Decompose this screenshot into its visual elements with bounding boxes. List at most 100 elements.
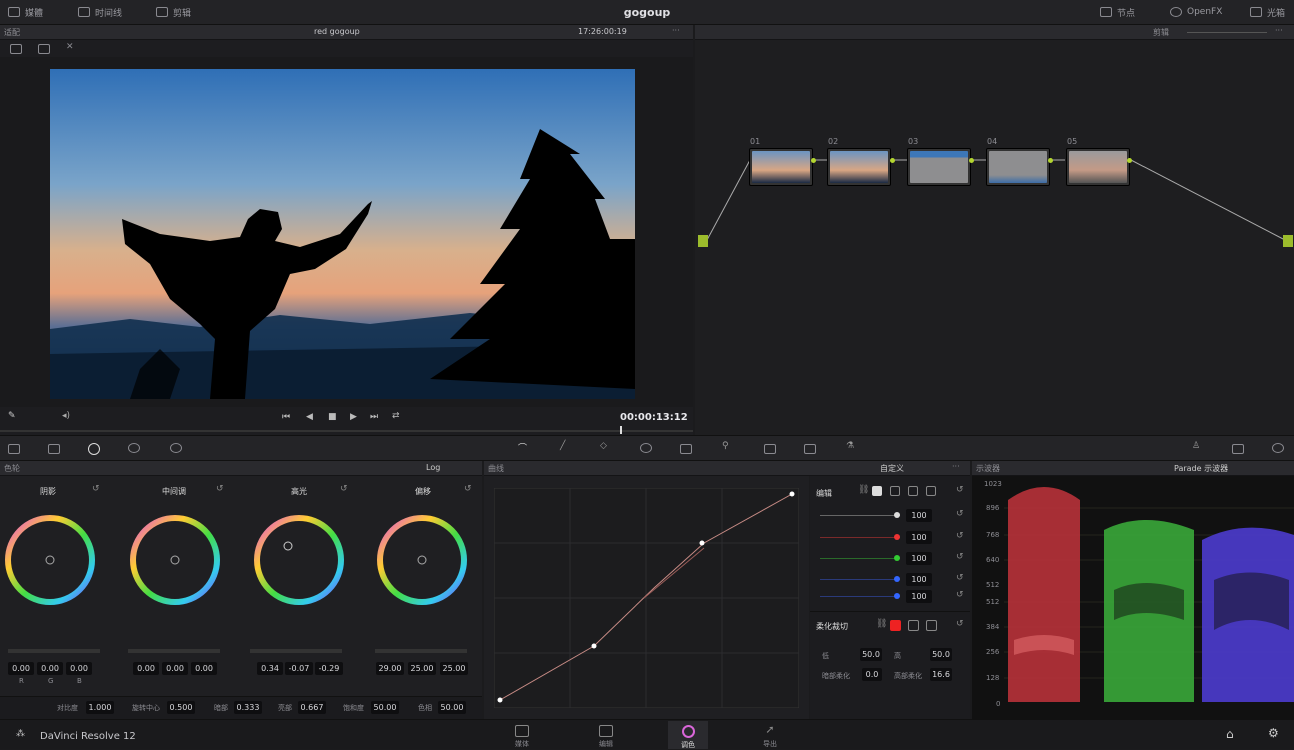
node-02[interactable] — [827, 148, 891, 186]
help-icon[interactable] — [1272, 443, 1284, 453]
node-03[interactable] — [907, 148, 971, 186]
midtone-master-slider[interactable] — [128, 649, 220, 653]
viewer-zoom-mode[interactable]: 适配 — [4, 27, 20, 38]
tracker-icon[interactable] — [640, 443, 652, 453]
midtone-b-value[interactable]: 0.00 — [191, 662, 217, 675]
highlight-reset-icon[interactable]: ↺ — [340, 484, 348, 494]
node-zoom-slider[interactable] — [1187, 32, 1267, 33]
midtone-r-value[interactable]: 0.00 — [133, 662, 159, 675]
color-match-icon[interactable] — [48, 444, 60, 454]
channel-g-button[interactable] — [908, 486, 918, 496]
offset-wheel[interactable] — [375, 513, 469, 607]
shadow-wheel[interactable] — [3, 513, 97, 607]
home-icon[interactable]: ⌂ — [1226, 727, 1234, 741]
audio-icon[interactable]: ◂) — [62, 411, 70, 421]
highlight-r-value[interactable]: 0.34 — [257, 662, 283, 675]
b-intensity-slider[interactable] — [820, 579, 900, 580]
nodes-tab[interactable]: 节点 — [1100, 4, 1135, 20]
settings-icon[interactable]: ⚙ — [1268, 726, 1279, 740]
edit-reset-icon[interactable]: ↺ — [956, 485, 964, 495]
midtone-reset-icon[interactable]: ↺ — [216, 484, 224, 494]
camera-raw-icon[interactable] — [8, 444, 20, 454]
curves-mode-select[interactable]: 自定义 — [880, 463, 904, 474]
key-icon[interactable]: ⚲ — [722, 441, 729, 451]
prev-frame-button[interactable]: ◀ — [306, 412, 313, 422]
soft-clip-b-button[interactable] — [926, 620, 937, 631]
wipe-icon[interactable]: ✕ — [66, 42, 74, 52]
node-more-icon[interactable]: ··· — [1275, 26, 1283, 35]
low-soft-value[interactable]: 0.0 — [862, 668, 882, 681]
r-intensity-slider[interactable] — [820, 537, 900, 538]
offset-b-value[interactable]: 25.00 — [440, 662, 468, 675]
b2-intensity-slider[interactable] — [820, 596, 900, 597]
offset-reset-icon[interactable]: ↺ — [464, 484, 472, 494]
soft-clip-link-icon[interactable]: ⛓ — [876, 619, 887, 629]
dark-value[interactable]: 0.333 — [234, 701, 262, 714]
pivot-value[interactable]: 0.500 — [167, 701, 195, 714]
rgb-mixer-icon[interactable] — [128, 443, 140, 453]
page-deliver[interactable]: ➚ 导出 — [750, 721, 790, 749]
midtone-wheel[interactable] — [128, 513, 222, 607]
y-intensity-slider[interactable] — [820, 515, 900, 516]
scopes-icon[interactable] — [1232, 444, 1244, 454]
3d-icon[interactable] — [804, 444, 816, 454]
motion-effects-icon[interactable] — [170, 443, 182, 453]
saturation-value[interactable]: 50.00 — [371, 701, 399, 714]
r-reset-icon[interactable]: ↺ — [956, 531, 964, 541]
loop-button[interactable]: ⇄ — [392, 411, 400, 421]
viewer-image[interactable] — [50, 69, 635, 399]
info-icon[interactable]: ♙ — [1192, 441, 1200, 451]
shadow-r-value[interactable]: 0.00 — [8, 662, 34, 675]
blur-icon[interactable] — [680, 444, 692, 454]
scrub-bar[interactable] — [0, 430, 693, 432]
hue-value[interactable]: 50.00 — [438, 701, 466, 714]
node-01-output-dot[interactable] — [811, 158, 816, 163]
y-intensity-value[interactable]: 100 — [906, 509, 932, 522]
fullscreen-icon[interactable] — [38, 44, 50, 54]
page-edit[interactable]: 编辑 — [586, 721, 626, 749]
node-03-output-dot[interactable] — [969, 158, 974, 163]
clip-name[interactable]: red gogoup — [314, 27, 360, 36]
soft-clip-g-button[interactable] — [908, 620, 919, 631]
highlight-master-slider[interactable] — [250, 649, 342, 653]
midtone-g-value[interactable]: 0.00 — [162, 662, 188, 675]
node-02-output-dot[interactable] — [890, 158, 895, 163]
g-reset-icon[interactable]: ↺ — [956, 552, 964, 562]
shadow-g-value[interactable]: 0.00 — [37, 662, 63, 675]
scrub-playhead[interactable] — [620, 426, 622, 434]
shadow-b-value[interactable]: 0.00 — [66, 662, 92, 675]
curves-more-icon[interactable]: ··· — [952, 462, 960, 471]
soft-clip-reset-icon[interactable]: ↺ — [956, 619, 964, 629]
layout-icon[interactable] — [10, 44, 22, 54]
high-soft-value[interactable]: 16.6 — [930, 668, 952, 681]
offset-master-slider[interactable] — [375, 649, 467, 653]
channel-b-button[interactable] — [926, 486, 936, 496]
skip-end-button[interactable]: ⏭ — [370, 412, 378, 422]
b2-reset-icon[interactable]: ↺ — [956, 590, 964, 600]
page-media[interactable]: 媒体 — [502, 721, 542, 749]
offset-r-value[interactable]: 29.00 — [376, 662, 404, 675]
b2-intensity-value[interactable]: 100 — [906, 590, 932, 603]
channel-r-button[interactable] — [890, 486, 900, 496]
wheels-mode-select[interactable]: Log — [426, 463, 440, 472]
g-intensity-slider[interactable] — [820, 558, 900, 559]
light-value[interactable]: 0.667 — [298, 701, 326, 714]
skip-start-button[interactable]: ⏮ — [282, 412, 290, 422]
b-reset-icon[interactable]: ↺ — [956, 573, 964, 583]
y-reset-icon[interactable]: ↺ — [956, 509, 964, 519]
input-node[interactable] — [698, 235, 708, 247]
node-04[interactable] — [986, 148, 1050, 186]
node-05-output-dot[interactable] — [1127, 158, 1132, 163]
low-value[interactable]: 50.0 — [860, 648, 882, 661]
page-color[interactable]: 调色 — [668, 721, 708, 749]
stop-button[interactable]: ■ — [328, 412, 337, 422]
viewer-more-icon[interactable]: ··· — [672, 26, 680, 35]
node-05[interactable] — [1066, 148, 1130, 186]
channel-y-button[interactable] — [872, 486, 882, 496]
curves-graph[interactable] — [494, 488, 799, 708]
curves-icon[interactable]: ⌒ — [518, 441, 527, 454]
sizing-icon[interactable] — [764, 444, 776, 454]
openfx-tab[interactable]: OpenFX — [1170, 4, 1222, 20]
highlight-b-value[interactable]: -0.29 — [315, 662, 343, 675]
soft-clip-r-button[interactable] — [890, 620, 901, 631]
